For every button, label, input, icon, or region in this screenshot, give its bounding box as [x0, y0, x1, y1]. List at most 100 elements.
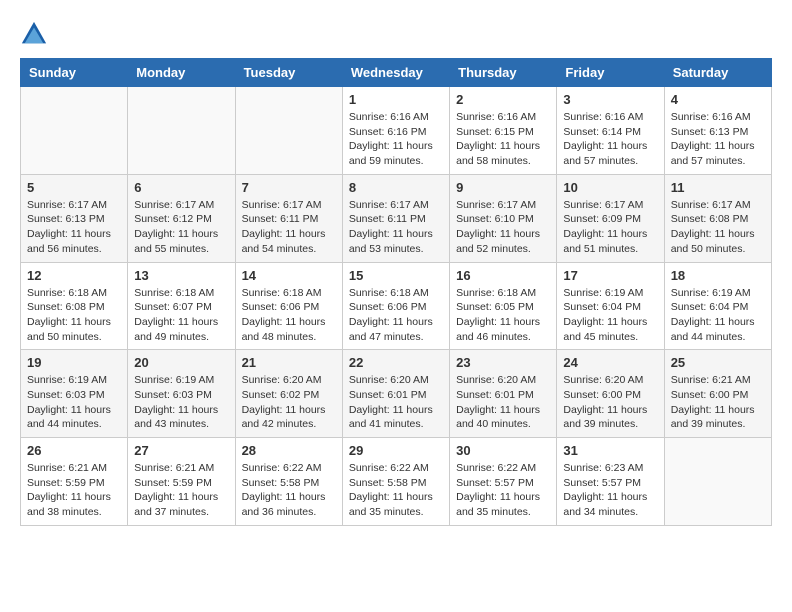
day-number: 4 — [671, 92, 765, 107]
calendar-table: SundayMondayTuesdayWednesdayThursdayFrid… — [20, 58, 772, 526]
calendar-cell: 2 Sunrise: 6:16 AM Sunset: 6:15 PM Daylig… — [450, 87, 557, 175]
day-number: 11 — [671, 180, 765, 195]
logo — [20, 20, 52, 48]
calendar-week-row: 19 Sunrise: 6:19 AM Sunset: 6:03 PM Dayli… — [21, 350, 772, 438]
calendar-cell: 16 Sunrise: 6:18 AM Sunset: 6:05 PM Dayli… — [450, 262, 557, 350]
day-number: 12 — [27, 268, 121, 283]
day-number: 28 — [242, 443, 336, 458]
calendar-header-row: SundayMondayTuesdayWednesdayThursdayFrid… — [21, 59, 772, 87]
day-number: 30 — [456, 443, 550, 458]
day-info: Sunrise: 6:18 AM Sunset: 6:08 PM Dayligh… — [27, 286, 121, 345]
calendar-week-row: 26 Sunrise: 6:21 AM Sunset: 5:59 PM Dayli… — [21, 438, 772, 526]
calendar-week-row: 1Sunrise: 6:16 AM Sunset: 6:16 PM Daylig… — [21, 87, 772, 175]
day-info: Sunrise: 6:18 AM Sunset: 6:06 PM Dayligh… — [349, 286, 443, 345]
weekday-header: Friday — [557, 59, 664, 87]
calendar-cell — [235, 87, 342, 175]
day-info: Sunrise: 6:16 AM Sunset: 6:16 PM Dayligh… — [349, 110, 443, 169]
calendar-cell — [664, 438, 771, 526]
calendar-cell: 3 Sunrise: 6:16 AM Sunset: 6:14 PM Daylig… — [557, 87, 664, 175]
day-number: 17 — [563, 268, 657, 283]
weekday-header: Tuesday — [235, 59, 342, 87]
page-header — [20, 20, 772, 48]
day-number: 19 — [27, 355, 121, 370]
day-number: 5 — [27, 180, 121, 195]
day-info: Sunrise: 6:17 AM Sunset: 6:12 PM Dayligh… — [134, 198, 228, 257]
calendar-cell — [21, 87, 128, 175]
day-number: 26 — [27, 443, 121, 458]
day-number: 9 — [456, 180, 550, 195]
calendar-cell: 1Sunrise: 6:16 AM Sunset: 6:16 PM Daylig… — [342, 87, 449, 175]
day-info: Sunrise: 6:20 AM Sunset: 6:01 PM Dayligh… — [456, 373, 550, 432]
day-info: Sunrise: 6:16 AM Sunset: 6:14 PM Dayligh… — [563, 110, 657, 169]
calendar-cell: 22 Sunrise: 6:20 AM Sunset: 6:01 PM Dayli… — [342, 350, 449, 438]
day-info: Sunrise: 6:19 AM Sunset: 6:03 PM Dayligh… — [27, 373, 121, 432]
day-number: 6 — [134, 180, 228, 195]
day-number: 3 — [563, 92, 657, 107]
day-number: 21 — [242, 355, 336, 370]
calendar-cell: 28 Sunrise: 6:22 AM Sunset: 5:58 PM Dayli… — [235, 438, 342, 526]
day-info: Sunrise: 6:19 AM Sunset: 6:03 PM Dayligh… — [134, 373, 228, 432]
day-number: 22 — [349, 355, 443, 370]
day-number: 27 — [134, 443, 228, 458]
day-info: Sunrise: 6:18 AM Sunset: 6:07 PM Dayligh… — [134, 286, 228, 345]
calendar-cell: 24 Sunrise: 6:20 AM Sunset: 6:00 PM Dayli… — [557, 350, 664, 438]
calendar-cell: 31 Sunrise: 6:23 AM Sunset: 5:57 PM Dayli… — [557, 438, 664, 526]
calendar-week-row: 5 Sunrise: 6:17 AM Sunset: 6:13 PM Daylig… — [21, 174, 772, 262]
day-info: Sunrise: 6:20 AM Sunset: 6:01 PM Dayligh… — [349, 373, 443, 432]
calendar-week-row: 12 Sunrise: 6:18 AM Sunset: 6:08 PM Dayli… — [21, 262, 772, 350]
calendar-cell: 12 Sunrise: 6:18 AM Sunset: 6:08 PM Dayli… — [21, 262, 128, 350]
day-info: Sunrise: 6:18 AM Sunset: 6:06 PM Dayligh… — [242, 286, 336, 345]
day-info: Sunrise: 6:17 AM Sunset: 6:13 PM Dayligh… — [27, 198, 121, 257]
day-number: 20 — [134, 355, 228, 370]
day-info: Sunrise: 6:21 AM Sunset: 6:00 PM Dayligh… — [671, 373, 765, 432]
day-info: Sunrise: 6:22 AM Sunset: 5:57 PM Dayligh… — [456, 461, 550, 520]
weekday-header: Thursday — [450, 59, 557, 87]
day-info: Sunrise: 6:17 AM Sunset: 6:11 PM Dayligh… — [349, 198, 443, 257]
calendar-cell: 17 Sunrise: 6:19 AM Sunset: 6:04 PM Dayli… — [557, 262, 664, 350]
day-number: 31 — [563, 443, 657, 458]
logo-icon — [20, 20, 48, 48]
calendar-cell: 8Sunrise: 6:17 AM Sunset: 6:11 PM Daylig… — [342, 174, 449, 262]
weekday-header: Saturday — [664, 59, 771, 87]
calendar-cell — [128, 87, 235, 175]
day-info: Sunrise: 6:21 AM Sunset: 5:59 PM Dayligh… — [27, 461, 121, 520]
day-info: Sunrise: 6:16 AM Sunset: 6:13 PM Dayligh… — [671, 110, 765, 169]
calendar-cell: 30 Sunrise: 6:22 AM Sunset: 5:57 PM Dayli… — [450, 438, 557, 526]
calendar-cell: 7Sunrise: 6:17 AM Sunset: 6:11 PM Daylig… — [235, 174, 342, 262]
calendar-cell: 6 Sunrise: 6:17 AM Sunset: 6:12 PM Daylig… — [128, 174, 235, 262]
calendar-cell: 29 Sunrise: 6:22 AM Sunset: 5:58 PM Dayli… — [342, 438, 449, 526]
day-number: 15 — [349, 268, 443, 283]
day-info: Sunrise: 6:20 AM Sunset: 6:00 PM Dayligh… — [563, 373, 657, 432]
day-number: 23 — [456, 355, 550, 370]
day-number: 13 — [134, 268, 228, 283]
calendar-cell: 19 Sunrise: 6:19 AM Sunset: 6:03 PM Dayli… — [21, 350, 128, 438]
weekday-header: Monday — [128, 59, 235, 87]
day-info: Sunrise: 6:19 AM Sunset: 6:04 PM Dayligh… — [563, 286, 657, 345]
day-number: 7 — [242, 180, 336, 195]
calendar-cell: 25Sunrise: 6:21 AM Sunset: 6:00 PM Dayli… — [664, 350, 771, 438]
day-info: Sunrise: 6:23 AM Sunset: 5:57 PM Dayligh… — [563, 461, 657, 520]
day-info: Sunrise: 6:21 AM Sunset: 5:59 PM Dayligh… — [134, 461, 228, 520]
day-info: Sunrise: 6:22 AM Sunset: 5:58 PM Dayligh… — [349, 461, 443, 520]
day-number: 16 — [456, 268, 550, 283]
day-info: Sunrise: 6:16 AM Sunset: 6:15 PM Dayligh… — [456, 110, 550, 169]
day-info: Sunrise: 6:22 AM Sunset: 5:58 PM Dayligh… — [242, 461, 336, 520]
day-info: Sunrise: 6:17 AM Sunset: 6:09 PM Dayligh… — [563, 198, 657, 257]
day-info: Sunrise: 6:18 AM Sunset: 6:05 PM Dayligh… — [456, 286, 550, 345]
day-number: 2 — [456, 92, 550, 107]
calendar-cell: 18Sunrise: 6:19 AM Sunset: 6:04 PM Dayli… — [664, 262, 771, 350]
weekday-header: Sunday — [21, 59, 128, 87]
calendar-cell: 13 Sunrise: 6:18 AM Sunset: 6:07 PM Dayli… — [128, 262, 235, 350]
calendar-cell: 27 Sunrise: 6:21 AM Sunset: 5:59 PM Dayli… — [128, 438, 235, 526]
day-number: 24 — [563, 355, 657, 370]
calendar-cell: 26 Sunrise: 6:21 AM Sunset: 5:59 PM Dayli… — [21, 438, 128, 526]
calendar-cell: 9 Sunrise: 6:17 AM Sunset: 6:10 PM Daylig… — [450, 174, 557, 262]
calendar-cell: 5 Sunrise: 6:17 AM Sunset: 6:13 PM Daylig… — [21, 174, 128, 262]
day-number: 29 — [349, 443, 443, 458]
day-info: Sunrise: 6:17 AM Sunset: 6:10 PM Dayligh… — [456, 198, 550, 257]
day-number: 10 — [563, 180, 657, 195]
day-number: 18 — [671, 268, 765, 283]
calendar-cell: 11Sunrise: 6:17 AM Sunset: 6:08 PM Dayli… — [664, 174, 771, 262]
calendar-cell: 20 Sunrise: 6:19 AM Sunset: 6:03 PM Dayli… — [128, 350, 235, 438]
calendar-cell: 14Sunrise: 6:18 AM Sunset: 6:06 PM Dayli… — [235, 262, 342, 350]
